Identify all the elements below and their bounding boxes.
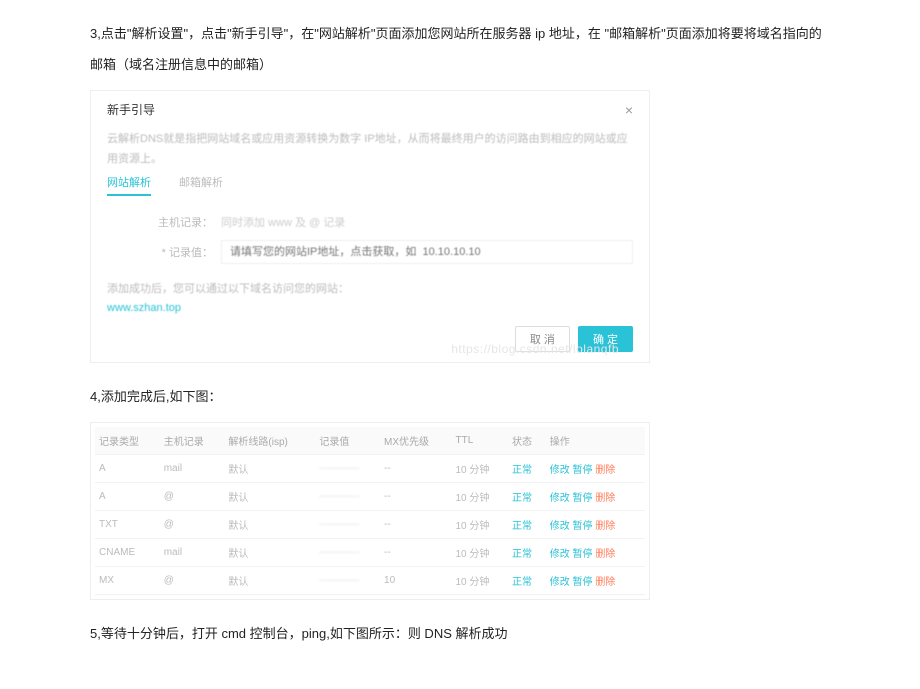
cell: 10 分钟: [452, 455, 509, 483]
op-delete[interactable]: 删除: [595, 577, 615, 588]
record-value-cell: ————: [315, 483, 380, 511]
cell: A: [95, 455, 160, 483]
ops-cell: 修改 暂停 删除: [546, 511, 645, 539]
op-delete[interactable]: 删除: [595, 465, 615, 476]
cell: CNAME: [95, 539, 160, 567]
cell: @: [160, 567, 225, 595]
step-5-text: 5,等待十分钟后，打开 cmd 控制台，ping,如下图所示：则 DNS 解析成…: [90, 618, 830, 649]
cell: mail: [160, 539, 225, 567]
cell: 默认: [224, 511, 315, 539]
table-row: A@默认————--10 分钟正常修改 暂停 删除: [95, 483, 645, 511]
dialog-screenshot: 新手引导 × 云解析DNS就是指把网站域名或应用资源转换为数字 IP地址，从而将…: [90, 90, 650, 363]
column-header: MX优先级: [380, 427, 451, 455]
host-record-label: 主机记录：: [157, 214, 213, 230]
status-cell: 正常: [508, 539, 546, 567]
success-tip: 添加成功后，您可以通过以下域名访问您的网站：: [97, 276, 643, 298]
op-delete[interactable]: 删除: [595, 493, 615, 504]
cell: 默认: [224, 455, 315, 483]
dns-records-table: 记录类型主机记录解析线路(isp)记录值MX优先级TTL状态操作 Amail默认…: [95, 427, 645, 595]
ops-cell: 修改 暂停 删除: [546, 483, 645, 511]
close-icon[interactable]: ×: [625, 103, 633, 117]
column-header: 记录值: [315, 427, 380, 455]
column-header: 主机记录: [160, 427, 225, 455]
cell: 10: [380, 567, 451, 595]
column-header: 状态: [508, 427, 546, 455]
cell: --: [380, 511, 451, 539]
cell: --: [380, 539, 451, 567]
cell: 默认: [224, 539, 315, 567]
status-cell: 正常: [508, 483, 546, 511]
op-delete[interactable]: 删除: [595, 549, 615, 560]
status-cell: 正常: [508, 455, 546, 483]
cell: A: [95, 483, 160, 511]
cell: 10 分钟: [452, 567, 509, 595]
record-value-label: * 记录值：: [157, 244, 213, 260]
status-cell: 正常: [508, 567, 546, 595]
table-row: MX@默认————1010 分钟正常修改 暂停 删除: [95, 567, 645, 595]
cell: --: [380, 455, 451, 483]
record-value-input[interactable]: [221, 240, 633, 264]
op-delete[interactable]: 删除: [595, 521, 615, 532]
domain-link[interactable]: www.szhan.top: [97, 302, 191, 320]
op-edit[interactable]: 修改 暂停: [550, 577, 593, 588]
table-row: TXT@默认————--10 分钟正常修改 暂停 删除: [95, 511, 645, 539]
column-header: TTL: [452, 427, 509, 455]
table-row: Amail默认————--10 分钟正常修改 暂停 删除: [95, 455, 645, 483]
cell: 10 分钟: [452, 511, 509, 539]
cell: TXT: [95, 511, 160, 539]
op-edit[interactable]: 修改 暂停: [550, 521, 593, 532]
table-row: CNAMEmail默认————--10 分钟正常修改 暂停 删除: [95, 539, 645, 567]
dialog-title: 新手引导: [107, 101, 155, 118]
confirm-button[interactable]: 确 定: [578, 326, 633, 352]
column-header: 解析线路(isp): [224, 427, 315, 455]
op-edit[interactable]: 修改 暂停: [550, 493, 593, 504]
records-table-screenshot: 记录类型主机记录解析线路(isp)记录值MX优先级TTL状态操作 Amail默认…: [90, 422, 650, 600]
tab-web-resolve[interactable]: 网站解析: [107, 174, 151, 196]
cell: 10 分钟: [452, 539, 509, 567]
op-edit[interactable]: 修改 暂停: [550, 465, 593, 476]
cell: @: [160, 483, 225, 511]
ops-cell: 修改 暂停 删除: [546, 539, 645, 567]
host-record-value: 同时添加 www 及 @ 记录: [221, 214, 633, 230]
cancel-button[interactable]: 取 消: [515, 326, 570, 352]
tab-mail-resolve[interactable]: 邮箱解析: [179, 174, 223, 196]
record-value-cell: ————: [315, 539, 380, 567]
cell: 默认: [224, 567, 315, 595]
record-value-cell: ————: [315, 567, 380, 595]
column-header: 操作: [546, 427, 645, 455]
step-3-text: 3,点击"解析设置"，点击"新手引导"，在"网站解析"页面添加您网站所在服务器 …: [90, 18, 830, 80]
op-edit[interactable]: 修改 暂停: [550, 549, 593, 560]
cell: mail: [160, 455, 225, 483]
record-value-cell: ————: [315, 455, 380, 483]
cell: 10 分钟: [452, 483, 509, 511]
column-header: 记录类型: [95, 427, 160, 455]
cell: 默认: [224, 483, 315, 511]
cell: @: [160, 511, 225, 539]
dialog-tip: 云解析DNS就是指把网站域名或应用资源转换为数字 IP地址，从而将最终用户的访问…: [97, 124, 643, 170]
cell: --: [380, 483, 451, 511]
step-4-text: 4,添加完成后,如下图：: [90, 381, 830, 412]
record-value-cell: ————: [315, 511, 380, 539]
ops-cell: 修改 暂停 删除: [546, 455, 645, 483]
ops-cell: 修改 暂停 删除: [546, 567, 645, 595]
status-cell: 正常: [508, 511, 546, 539]
cell: MX: [95, 567, 160, 595]
